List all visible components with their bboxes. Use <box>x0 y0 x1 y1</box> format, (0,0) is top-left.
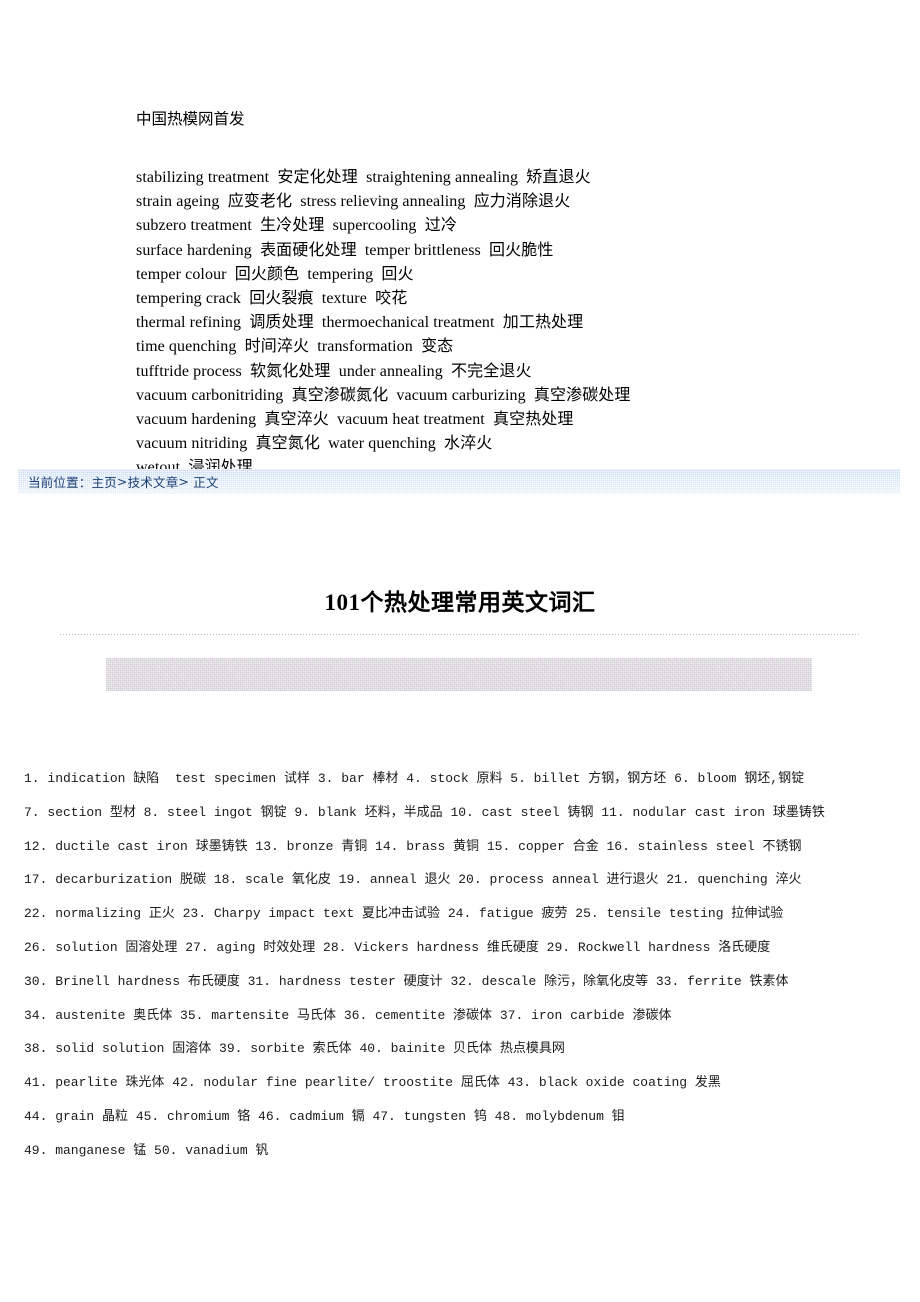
glossary-line: strain ageing 应变老化 stress relieving anne… <box>136 193 571 211</box>
glossary-line: subzero treatment 生冷处理 supercooling 过冷 <box>136 217 457 235</box>
glossary-line: temper colour 回火颜色 tempering 回火 <box>136 265 414 283</box>
breadcrumb-separator: > <box>116 474 128 489</box>
body-line: 30. Brinell hardness 布氏硬度 31. hardness t… <box>24 973 789 989</box>
body-line: 49. manganese 锰 50. vanadium 钒 <box>24 1142 269 1158</box>
glossary-line: time quenching 时间淬火 transformation 变态 <box>136 338 454 356</box>
body-line: 26. solution 固溶处理 27. aging 时效处理 28. Vic… <box>24 939 771 955</box>
body-line: 17. decarburization 脱碳 18. scale 氧化皮 19.… <box>24 872 802 888</box>
section-divider <box>60 634 860 635</box>
article-body: 1. indication 缺陷 test specimen 试样 3. bar… <box>24 762 904 1168</box>
page-title: 101个热处理常用英文词汇 <box>324 590 596 616</box>
glossary-line: stabilizing treatment 安定化处理 straightenin… <box>136 169 591 186</box>
body-line: 41. pearlite 珠光体 42. nodular fine pearli… <box>24 1075 721 1091</box>
body-line: 34. austenite 奥氏体 35. martensite 马氏体 36.… <box>24 1007 672 1023</box>
glossary-block: 中国热模网首发 stabilizing treatment 安定化处理 stra… <box>136 110 876 481</box>
breadcrumb-current: 正文 <box>189 475 219 490</box>
glossary-line: tufftride process 软氮化处理 under annealing … <box>136 362 532 380</box>
breadcrumb-link-category[interactable]: 技术文章 <box>128 472 179 491</box>
body-line: 7. section 型材 8. steel ingot 钢锭 9. blank… <box>24 804 825 820</box>
body-line: 12. ductile cast iron 球墨铸铁 13. bronze 青铜… <box>24 838 802 854</box>
glossary-line: thermal refining 调质处理 thermoechanical tr… <box>136 314 584 332</box>
body-line: 1. indication 缺陷 test specimen 试样 3. bar… <box>24 771 805 786</box>
glossary-line: surface hardening 表面硬化处理 temper brittlen… <box>136 241 554 259</box>
breadcrumb: 当前位置： 主页 > 技术文章 > 正文 <box>18 469 900 494</box>
glossary-line: vacuum nitriding 真空氮化 water quenching 水淬… <box>136 435 493 453</box>
body-line: 22. normalizing 正火 23. Charpy impact tex… <box>24 906 784 922</box>
glossary-line: vacuum hardening 真空淬火 vacuum heat treatm… <box>136 411 574 429</box>
content-placeholder-box <box>106 658 812 691</box>
glossary-line: tempering crack 回火裂痕 texture 咬花 <box>136 290 408 308</box>
body-line: 44. grain 晶粒 45. chromium 铬 46. cadmium … <box>24 1108 625 1124</box>
breadcrumb-separator: > <box>178 474 190 489</box>
glossary-line: vacuum carbonitriding 真空渗碳氮化 vacuum carb… <box>136 386 631 404</box>
body-line: 38. solid solution 固溶体 39. sorbite 索氏体 4… <box>24 1041 565 1057</box>
glossary-term-list: stabilizing treatment 安定化处理 straightenin… <box>136 166 876 481</box>
breadcrumb-link-home[interactable]: 主页 <box>92 472 117 491</box>
glossary-source-note: 中国热模网首发 <box>136 111 245 128</box>
breadcrumb-prefix: 当前位置： <box>28 475 92 490</box>
